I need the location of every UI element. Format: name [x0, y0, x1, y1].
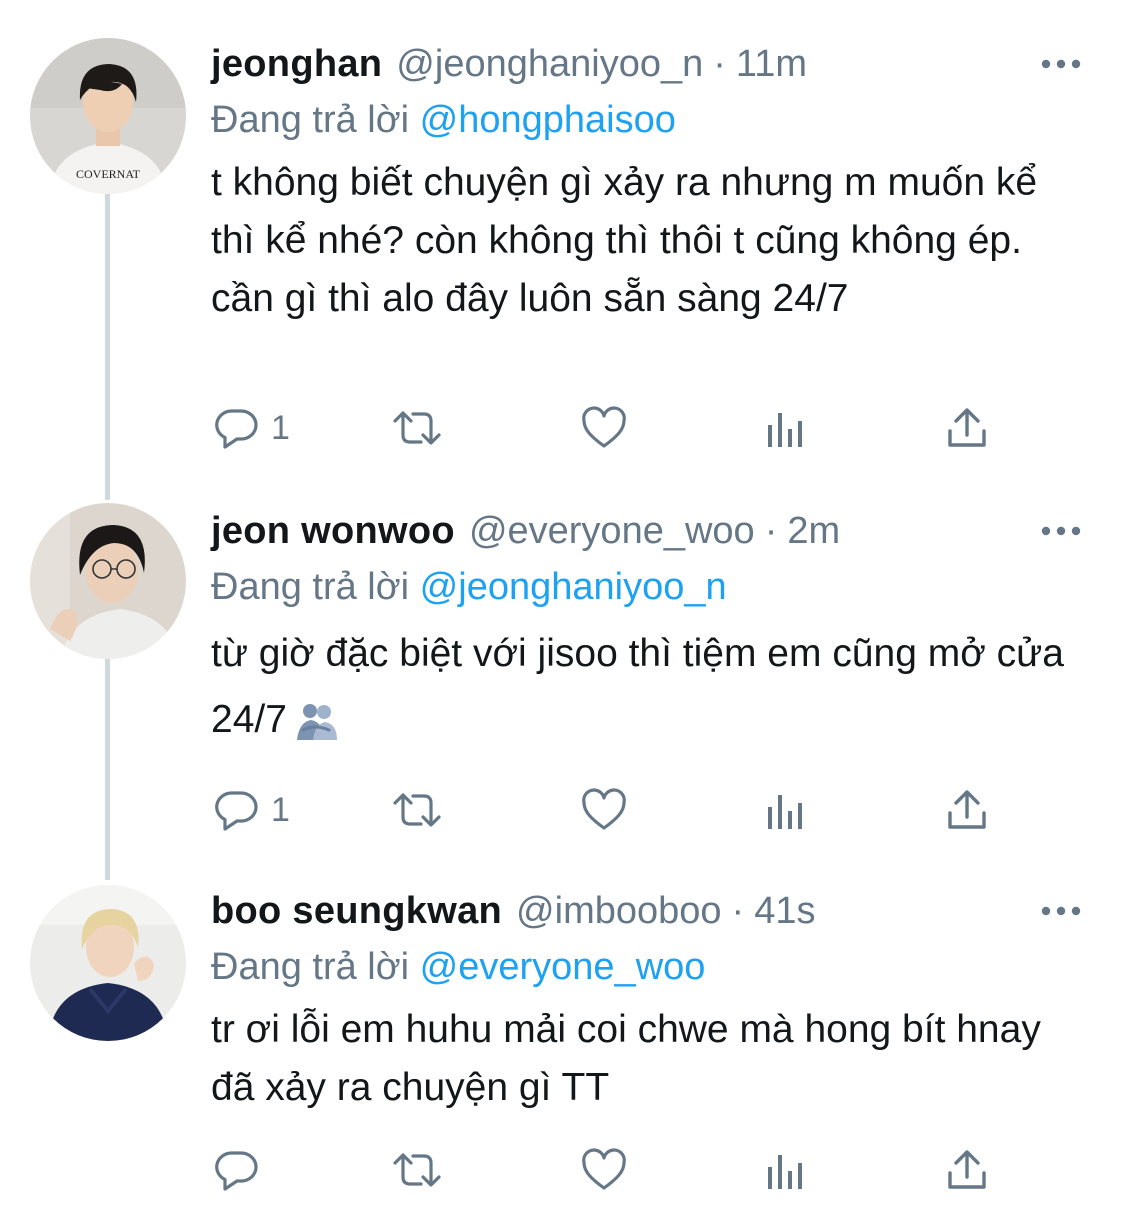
heart-icon [582, 406, 626, 448]
replying-to: Đang trả lời @jeonghaniyoo_n [211, 561, 1085, 613]
more-dots-icon [1041, 906, 1081, 916]
heart-icon [582, 1148, 626, 1190]
separator-dot: · [731, 890, 745, 932]
display-name[interactable]: jeon wonwoo [211, 501, 455, 561]
people-hugging-emoji [296, 703, 337, 740]
separator-dot: · [713, 43, 726, 85]
tweet[interactable]: boo seungkwan @imbooboo · 41s Đang trả l… [0, 860, 1125, 1216]
more-options-button[interactable] [1037, 501, 1085, 561]
retweet-button[interactable] [389, 398, 445, 458]
user-handle[interactable]: @everyone_woo [469, 501, 755, 561]
user-handle[interactable]: @jeonghaniyoo_n [396, 34, 703, 94]
tweet-text: t không biết chuyện gì xảy ra nhưng m mu… [211, 161, 1048, 320]
replying-to-label: Đang trả lời [211, 566, 410, 608]
like-button[interactable] [580, 780, 628, 840]
analytics-button[interactable] [766, 398, 806, 458]
more-dots-icon [1041, 59, 1081, 69]
tweet-actions [213, 1140, 993, 1200]
reply-button[interactable]: 1 [213, 780, 290, 840]
retweet-button[interactable] [389, 780, 445, 840]
tweet-header: jeonghan @jeonghaniyoo_n · 11m [211, 34, 1085, 94]
analytics-button[interactable] [766, 780, 806, 840]
replying-to-label: Đang trả lời [211, 99, 410, 141]
like-button[interactable] [580, 1140, 628, 1200]
comment-bubble-icon [215, 409, 258, 449]
share-upload-icon [948, 1150, 986, 1189]
reply-button[interactable] [213, 1140, 271, 1200]
tweet-header: jeon wonwoo @everyone_woo · 2m [211, 501, 1085, 561]
user-handle[interactable]: @imbooboo [516, 881, 721, 941]
reply-button[interactable]: 1 [213, 398, 290, 458]
analytics-button[interactable] [766, 1140, 806, 1200]
like-button[interactable] [580, 398, 628, 458]
replying-to: Đang trả lời @hongphaisoo [211, 94, 1085, 146]
replying-to-mention[interactable]: @jeonghaniyoo_n [420, 566, 727, 608]
bar-chart-icon [768, 1155, 802, 1189]
tweet-actions: 1 [213, 398, 993, 458]
reply-count: 1 [271, 790, 290, 829]
retweet-icon [393, 793, 441, 827]
avatar[interactable] [30, 885, 186, 1041]
share-upload-icon [948, 408, 986, 447]
share-button[interactable] [944, 398, 990, 458]
timestamp[interactable]: 11m [736, 34, 807, 94]
retweet-button[interactable] [389, 1140, 445, 1200]
tweet-actions: 1 [213, 780, 993, 840]
more-options-button[interactable] [1037, 881, 1085, 941]
share-upload-icon [948, 790, 986, 829]
tweet-text-content: từ giờ đặc biệt với jisoo thì tiệm em cũ… [211, 632, 1075, 741]
bar-chart-icon [768, 795, 802, 829]
avatar[interactable] [30, 503, 186, 659]
display-name[interactable]: jeonghan [211, 34, 382, 94]
share-button[interactable] [944, 1140, 990, 1200]
more-options-button[interactable] [1037, 34, 1085, 94]
avatar-shirt-text: COVERNAT [76, 167, 141, 181]
heart-icon [582, 788, 626, 830]
retweet-icon [393, 411, 441, 445]
tweet-text: tr ơi lỗi em huhu mải coi chwe mà hong b… [211, 1008, 1052, 1109]
tweet[interactable]: COVERNAT jeonghan @jeonghaniyoo_n · 11m … [0, 0, 1125, 475]
reply-thread: COVERNAT jeonghan @jeonghaniyoo_n · 11m … [0, 0, 1125, 1216]
display-name[interactable]: boo seungkwan [211, 881, 502, 941]
retweet-icon [393, 1153, 441, 1187]
bar-chart-icon [768, 413, 802, 447]
reply-count: 1 [271, 408, 290, 447]
replying-to: Đang trả lời @everyone_woo [211, 941, 1085, 993]
tweet-text: từ giờ đặc biệt với jisoo thì tiệm em cũ… [211, 621, 1085, 753]
tweet-header: boo seungkwan @imbooboo · 41s [211, 881, 1085, 941]
tweet[interactable]: jeon wonwoo @everyone_woo · 2m Đang trả … [0, 475, 1125, 860]
timestamp[interactable]: 41s [754, 881, 815, 941]
more-dots-icon [1041, 526, 1081, 536]
avatar[interactable]: COVERNAT [30, 38, 186, 194]
separator-dot: · [764, 510, 778, 552]
timestamp[interactable]: 2m [787, 501, 840, 561]
comment-bubble-icon [215, 791, 258, 831]
share-button[interactable] [944, 780, 990, 840]
comment-bubble-icon [215, 1151, 258, 1191]
replying-to-mention[interactable]: @everyone_woo [420, 946, 706, 988]
replying-to-label: Đang trả lời [211, 946, 410, 988]
replying-to-mention[interactable]: @hongphaisoo [420, 99, 676, 141]
